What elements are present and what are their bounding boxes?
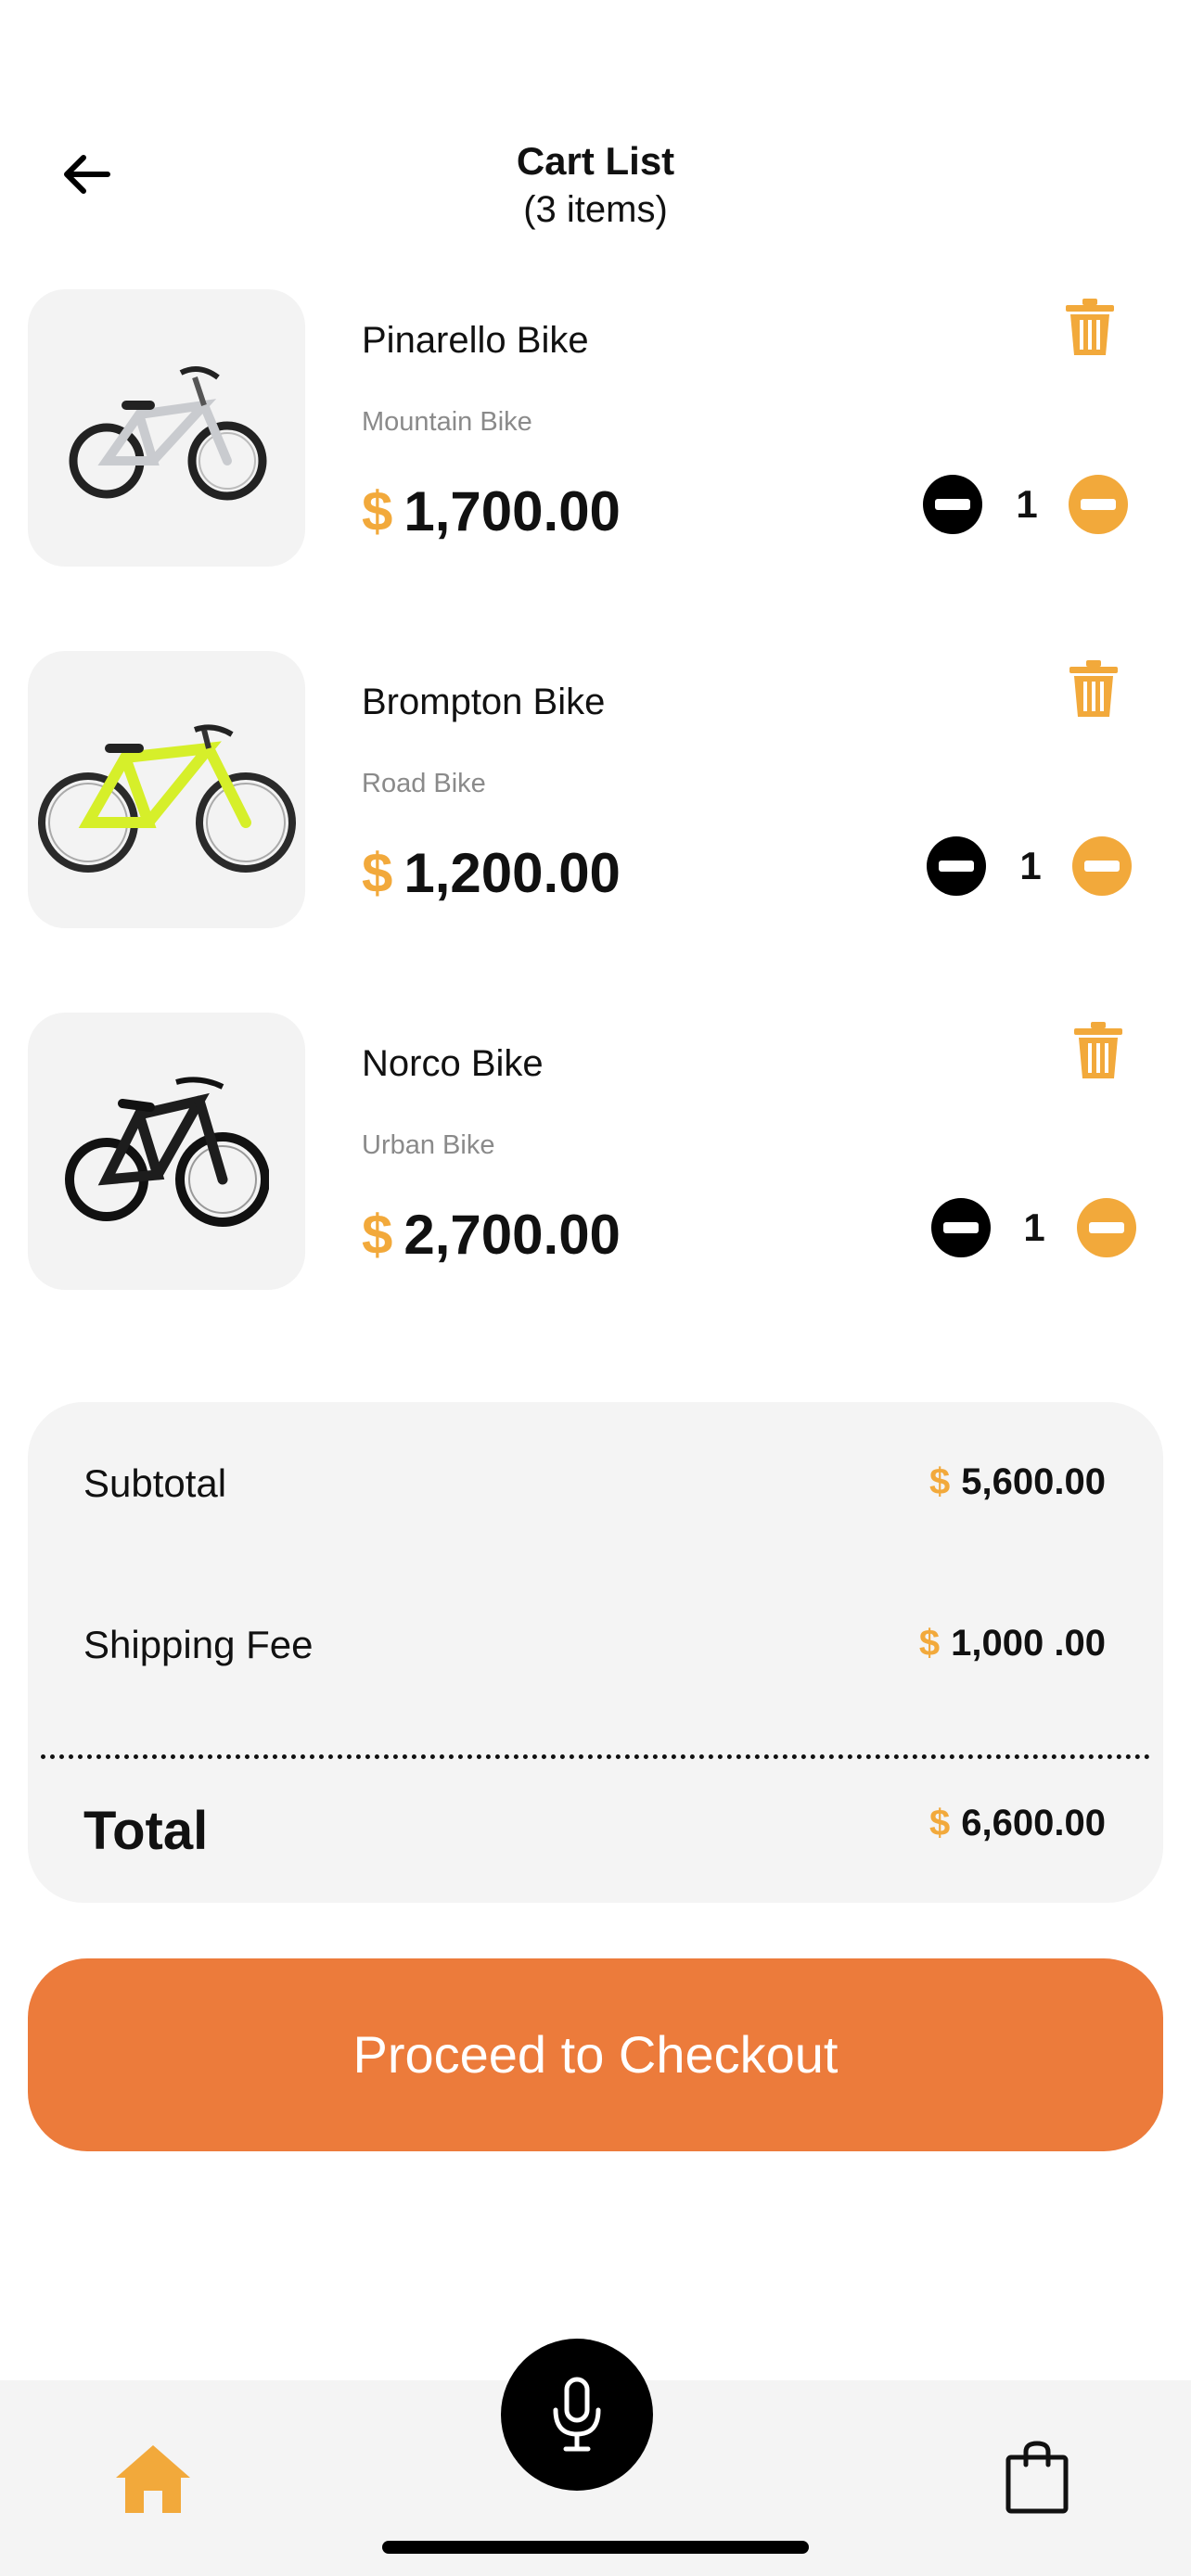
currency-symbol: $: [918, 1623, 941, 1664]
trash-icon: [1066, 299, 1114, 355]
subtotal-amount: 5,600.00: [961, 1461, 1106, 1502]
item-count: (3 items): [523, 189, 668, 230]
product-price: $2,700.00: [362, 1203, 621, 1268]
price-value: 1,200.00: [403, 842, 621, 904]
product-category: Mountain Bike: [362, 407, 532, 437]
dotted-divider: [41, 1754, 1150, 1759]
decrease-quantity-button[interactable]: [923, 475, 982, 534]
price-value: 1,700.00: [403, 480, 621, 542]
delete-button[interactable]: [1061, 657, 1126, 721]
subtotal-label: Subtotal: [83, 1461, 227, 1505]
home-icon: [116, 2445, 190, 2513]
minus-icon: [1084, 861, 1120, 872]
product-category: Urban Bike: [362, 1130, 495, 1160]
product-image: [28, 651, 305, 928]
increase-quantity-button[interactable]: [1077, 1198, 1136, 1257]
currency-symbol: $: [929, 1803, 951, 1843]
home-indicator: [382, 2541, 809, 2554]
home-tab[interactable]: [109, 2439, 197, 2519]
currency-symbol: $: [362, 480, 393, 542]
cart-item: Norco Bike Urban Bike $2,700.00 1: [0, 1013, 1191, 1291]
shipping-fee-amount: 1,000 .00: [951, 1623, 1106, 1664]
shipping-fee-label: Shipping Fee: [83, 1623, 314, 1666]
currency-symbol: $: [362, 842, 393, 904]
increase-quantity-button[interactable]: [1072, 836, 1132, 896]
price-value: 2,700.00: [403, 1204, 621, 1266]
currency-symbol: $: [362, 1204, 393, 1266]
product-name: Pinarello Bike: [362, 320, 589, 361]
delete-button[interactable]: [1066, 1018, 1131, 1083]
total-amount: 6,600.00: [961, 1803, 1106, 1843]
decrease-quantity-button[interactable]: [931, 1198, 991, 1257]
minus-icon: [935, 499, 970, 510]
product-image: [28, 289, 305, 567]
product-price: $1,700.00: [362, 479, 621, 544]
quantity-value: 1: [1019, 844, 1042, 887]
currency-symbol: $: [929, 1461, 951, 1502]
product-name: Brompton Bike: [362, 682, 606, 722]
minus-icon: [1081, 499, 1116, 510]
cart-item: Brompton Bike Road Bike $1,200.00 1: [0, 651, 1191, 929]
product-price: $1,200.00: [362, 841, 621, 906]
decrease-quantity-button[interactable]: [927, 836, 986, 896]
delete-button[interactable]: [1057, 295, 1122, 360]
quantity-value: 1: [1023, 1205, 1045, 1249]
product-category: Road Bike: [362, 769, 486, 798]
shipping-fee-value: $1,000 .00: [919, 1619, 1106, 1667]
increase-quantity-button[interactable]: [1069, 475, 1128, 534]
trash-icon: [1074, 1022, 1122, 1078]
checkout-button[interactable]: Proceed to Checkout: [28, 1958, 1163, 2151]
total-value: $6,600.00: [929, 1799, 1106, 1847]
voice-assistant-button[interactable]: [501, 2339, 653, 2491]
minus-icon: [943, 1222, 979, 1233]
subtotal-value: $5,600.00: [929, 1458, 1106, 1506]
minus-icon: [939, 861, 974, 872]
page-title: Cart List: [516, 139, 675, 183]
cart-item: Pinarello Bike Mountain Bike $1,700.00 1: [0, 289, 1191, 567]
order-summary: Subtotal $5,600.00 Shipping Fee $1,000 .…: [28, 1402, 1163, 1903]
shopping-bag-tab[interactable]: [1000, 2439, 1074, 2517]
trash-icon: [1069, 660, 1118, 717]
minus-icon: [1089, 1222, 1124, 1233]
microphone-icon: [553, 2377, 601, 2452]
total-label: Total: [83, 1801, 209, 1861]
bike-frame: [78, 740, 251, 828]
product-name: Norco Bike: [362, 1043, 544, 1084]
product-image: [28, 1013, 305, 1290]
shopping-bag-icon: [1005, 2441, 1069, 2514]
quantity-value: 1: [1016, 482, 1038, 526]
